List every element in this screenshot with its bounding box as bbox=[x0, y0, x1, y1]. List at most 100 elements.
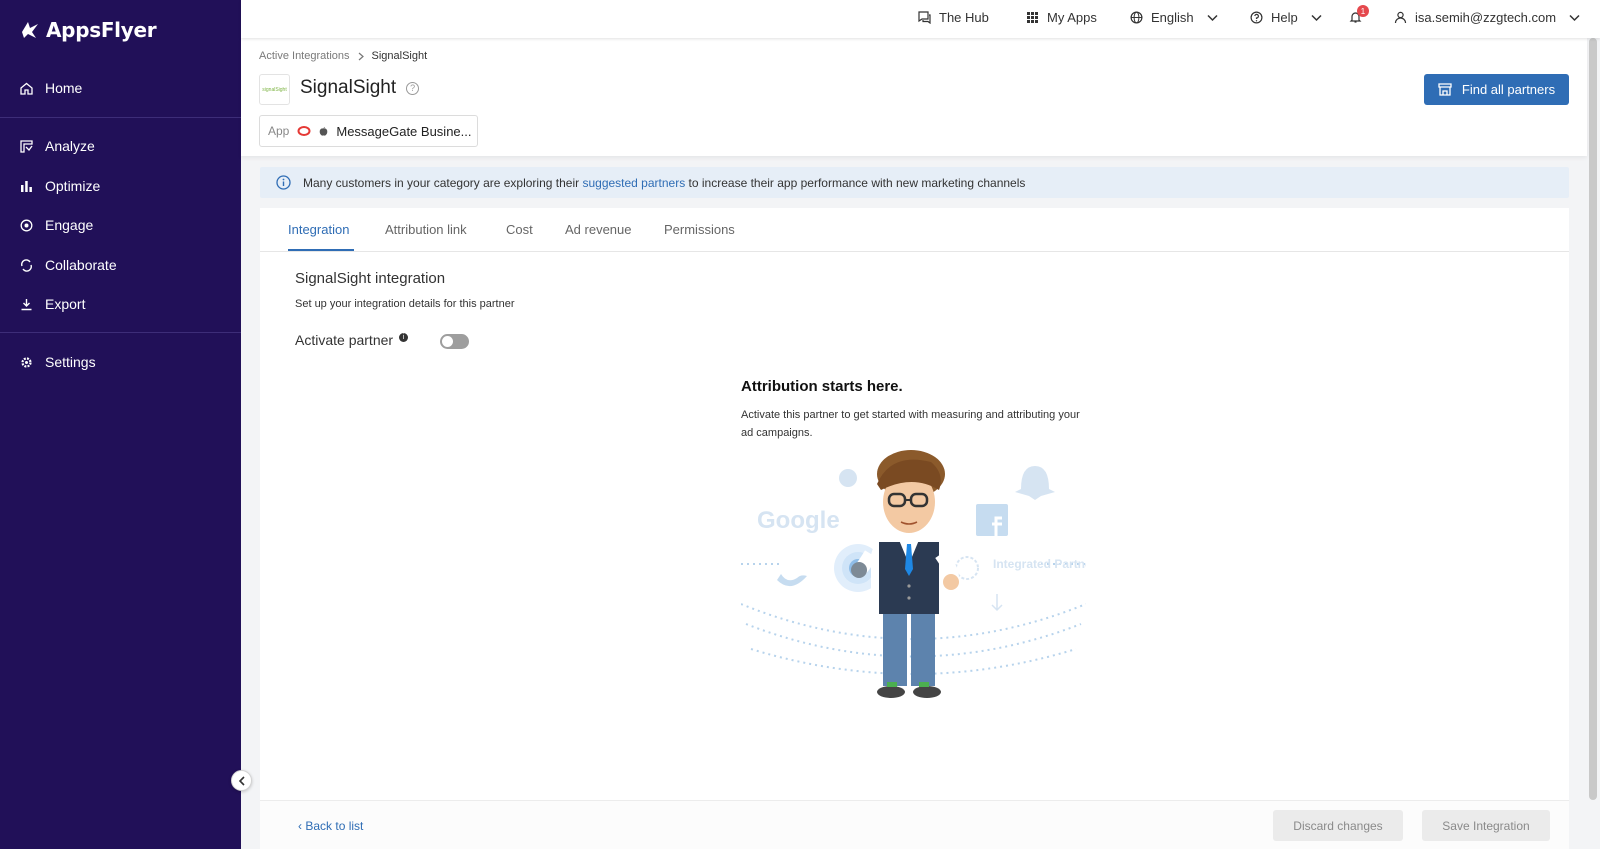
snapchat-icon bbox=[1015, 466, 1055, 500]
sidebar-item-label: Collaborate bbox=[45, 257, 117, 273]
twitter-icon bbox=[777, 574, 807, 587]
banner-text-before: Many customers in your category are expl… bbox=[303, 175, 580, 190]
sidebar-item-export[interactable]: Export bbox=[0, 286, 241, 322]
apple-icon bbox=[320, 126, 328, 136]
pinterest-icon bbox=[839, 469, 857, 487]
notification-count-badge: 1 bbox=[1357, 5, 1369, 17]
engage-icon bbox=[20, 219, 33, 232]
app-selector[interactable]: App MessageGate Busine... bbox=[259, 115, 478, 147]
user-email: isa.semih@zzgtech.com bbox=[1415, 9, 1557, 25]
chevron-right-icon bbox=[358, 52, 364, 60]
sidebar-item-label: Engage bbox=[45, 217, 94, 233]
partner-logo: signalSight bbox=[259, 74, 290, 105]
export-icon bbox=[20, 298, 33, 311]
info-icon bbox=[276, 175, 291, 190]
sidebar: AppsFlyer Home Analyze Optimize Engage C… bbox=[0, 0, 241, 849]
sidebar-item-label: Analyze bbox=[45, 138, 95, 154]
page-title: SignalSight ? bbox=[300, 77, 420, 99]
sidebar-divider bbox=[0, 332, 241, 333]
user-menu[interactable]: isa.semih@zzgtech.com bbox=[1394, 0, 1581, 34]
discard-changes-button[interactable]: Discard changes bbox=[1273, 810, 1403, 841]
appsflyer-logo[interactable]: AppsFlyer bbox=[18, 18, 157, 42]
back-to-list-label: Back to list bbox=[305, 819, 364, 833]
sidebar-item-analyze[interactable]: Analyze bbox=[0, 128, 241, 164]
grid-icon bbox=[1027, 11, 1038, 23]
home-icon bbox=[20, 82, 33, 95]
top-bar: The Hub My Apps English Help 1 isa.semih… bbox=[241, 0, 1600, 38]
sidebar-item-label: Export bbox=[45, 296, 86, 312]
sidebar-item-label: Home bbox=[45, 80, 83, 96]
collaborate-icon bbox=[20, 258, 33, 272]
help-label: Help bbox=[1271, 9, 1298, 25]
integration-card: Integration Attribution link Cost Ad rev… bbox=[260, 208, 1569, 849]
chevron-down-icon bbox=[1569, 14, 1580, 21]
sidebar-item-settings[interactable]: Settings bbox=[0, 344, 241, 380]
banner-text: Many customers in your category are expl… bbox=[303, 176, 1025, 190]
toggle-knob bbox=[442, 336, 453, 347]
appsflyer-logo-icon bbox=[22, 22, 38, 38]
empty-state-title: Attribution starts here. bbox=[741, 378, 903, 395]
optimize-icon bbox=[20, 180, 33, 193]
sidebar-item-home[interactable]: Home bbox=[0, 70, 241, 106]
sidebar-divider bbox=[0, 117, 241, 118]
suggested-partners-link[interactable]: suggested partners bbox=[582, 176, 685, 190]
store-icon bbox=[1438, 83, 1452, 96]
user-icon bbox=[1394, 11, 1407, 23]
question-mark-icon[interactable]: ? bbox=[406, 81, 420, 95]
section-subtitle: Set up your integration details for this… bbox=[295, 298, 515, 310]
brand-name: AppsFlyer bbox=[46, 18, 157, 42]
my-apps-link[interactable]: My Apps bbox=[1026, 0, 1097, 34]
partner-name: SignalSight bbox=[300, 77, 397, 98]
integrated-partners-text: Integrated Partners bbox=[993, 557, 1086, 571]
activate-partner-toggle[interactable] bbox=[440, 334, 469, 349]
sidebar-item-optimize[interactable]: Optimize bbox=[0, 168, 241, 204]
app-logo-icon bbox=[297, 126, 311, 136]
section-title: SignalSight integration bbox=[295, 270, 446, 287]
page-header: Active Integrations SignalSight signalSi… bbox=[241, 38, 1587, 156]
back-to-list-link[interactable]: ‹ Back to list bbox=[298, 819, 363, 833]
breadcrumb-current: SignalSight bbox=[371, 50, 428, 62]
find-all-partners-label: Find all partners bbox=[1461, 82, 1556, 97]
tab-integration[interactable]: Integration bbox=[288, 222, 349, 237]
language-label: English bbox=[1151, 9, 1194, 25]
active-tab-indicator bbox=[288, 249, 354, 251]
tab-bar: Integration Attribution link Cost Ad rev… bbox=[260, 208, 1569, 252]
help-menu[interactable]: Help bbox=[1250, 0, 1323, 34]
sidebar-item-collaborate[interactable]: Collaborate bbox=[0, 247, 241, 283]
chevron-down-icon bbox=[1311, 14, 1322, 21]
collapse-sidebar-button[interactable] bbox=[231, 770, 252, 791]
tab-permissions[interactable]: Permissions bbox=[664, 222, 735, 237]
tab-cost[interactable]: Cost bbox=[506, 222, 533, 237]
tab-ad-revenue[interactable]: Ad revenue bbox=[565, 222, 632, 237]
sidebar-item-engage[interactable]: Engage bbox=[0, 207, 241, 243]
info-icon[interactable]: i bbox=[399, 332, 409, 342]
the-hub-label: The Hub bbox=[939, 9, 989, 25]
app-name: MessageGate Busine... bbox=[336, 123, 472, 139]
activate-partner-row: Activate partner i bbox=[295, 332, 409, 348]
my-apps-label: My Apps bbox=[1047, 9, 1097, 25]
suggested-partners-banner: Many customers in your category are expl… bbox=[260, 167, 1569, 198]
gear-icon bbox=[20, 356, 33, 369]
facebook-icon bbox=[976, 504, 1008, 536]
breadcrumb: Active Integrations SignalSight bbox=[259, 50, 427, 62]
chevron-left-icon bbox=[238, 775, 245, 786]
help-icon bbox=[1250, 10, 1263, 24]
attribution-illustration: Google Integrated Partners bbox=[741, 450, 1086, 698]
card-footer: ‹ Back to list Discard changes Save Inte… bbox=[260, 800, 1569, 849]
breadcrumb-parent-link[interactable]: Active Integrations bbox=[259, 50, 350, 62]
chevron-down-icon bbox=[1207, 14, 1218, 21]
the-hub-link[interactable]: The Hub bbox=[918, 0, 989, 34]
chat-icon bbox=[918, 10, 931, 24]
tab-attribution-link[interactable]: Attribution link bbox=[385, 222, 467, 237]
save-integration-button[interactable]: Save Integration bbox=[1422, 810, 1550, 841]
google-logo-text: Google bbox=[757, 507, 840, 534]
find-all-partners-button[interactable]: Find all partners bbox=[1424, 74, 1569, 105]
sidebar-item-label: Optimize bbox=[45, 178, 101, 194]
page-scrollbar[interactable] bbox=[1589, 38, 1597, 800]
activate-partner-label: Activate partner bbox=[295, 332, 394, 348]
language-selector[interactable]: English bbox=[1130, 0, 1219, 34]
banner-text-after: to increase their app performance with n… bbox=[688, 175, 1026, 190]
globe-icon bbox=[1130, 10, 1143, 24]
sidebar-item-label: Settings bbox=[45, 354, 96, 370]
analyze-icon bbox=[20, 139, 33, 153]
